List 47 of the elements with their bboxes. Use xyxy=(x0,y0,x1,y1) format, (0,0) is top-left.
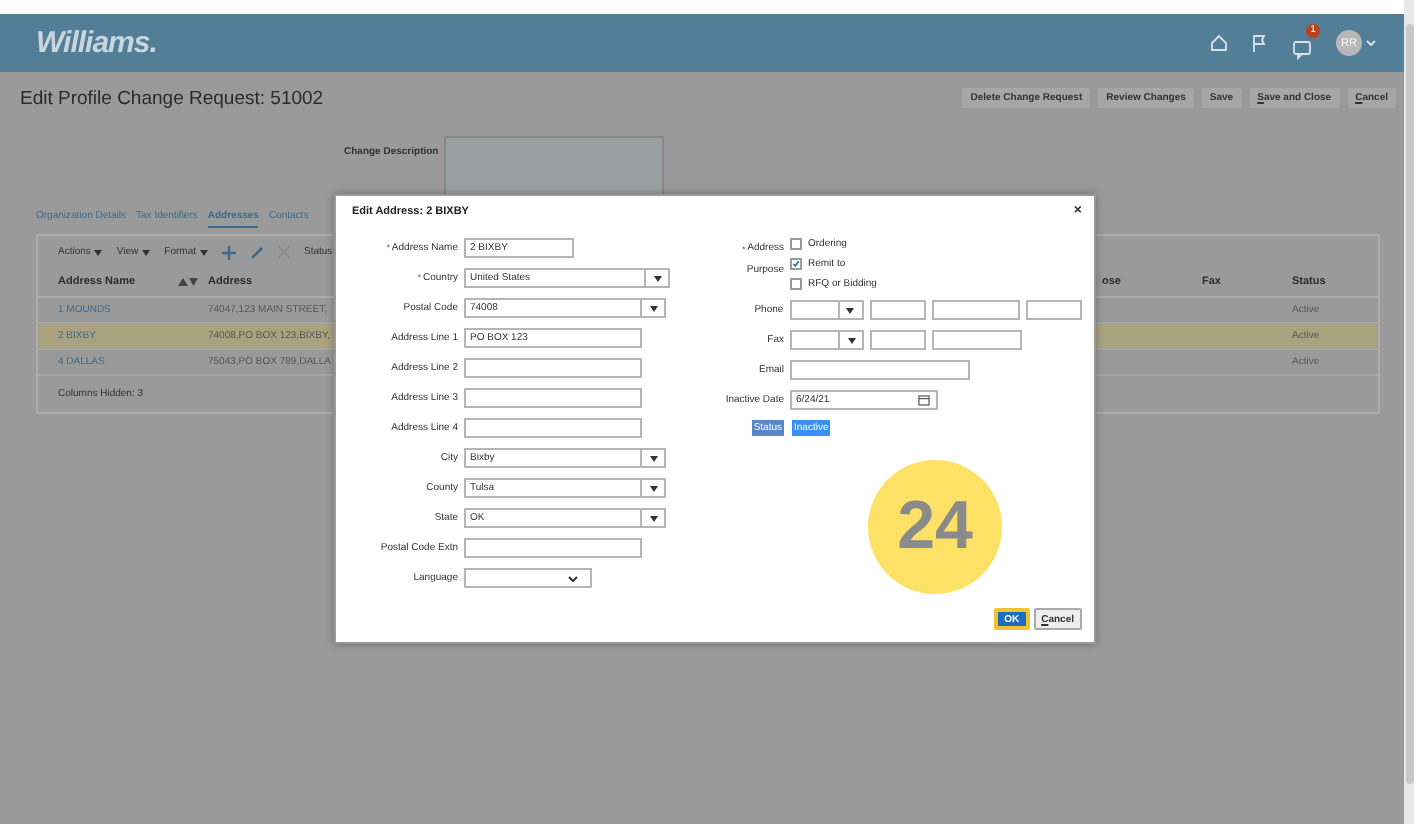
caret-icon xyxy=(649,485,657,491)
chevron-icon xyxy=(1366,40,1376,46)
select-field[interactable] xyxy=(789,300,840,320)
checkbox[interactable] xyxy=(790,238,802,250)
checkbox[interactable] xyxy=(790,278,802,290)
dropdown-button[interactable] xyxy=(642,298,666,318)
caret-icon xyxy=(94,249,103,255)
check-icon xyxy=(792,258,800,270)
home-icon[interactable] xyxy=(1210,34,1228,52)
caret-icon xyxy=(649,305,657,311)
caret-icon xyxy=(846,307,855,313)
text-field[interactable] xyxy=(464,388,642,408)
text-field[interactable] xyxy=(464,538,642,558)
dropdown-button[interactable] xyxy=(646,268,670,288)
scrollbar-thumb[interactable] xyxy=(1405,24,1413,784)
text-field[interactable] xyxy=(931,300,1021,320)
caret-icon xyxy=(847,337,855,343)
text-field[interactable] xyxy=(790,360,970,380)
dropdown-button[interactable] xyxy=(839,300,864,320)
checkbox[interactable] xyxy=(790,258,802,270)
text-field[interactable] xyxy=(870,330,926,350)
chevron-icon xyxy=(568,575,578,581)
text-field[interactable] xyxy=(869,300,925,320)
text-field[interactable] xyxy=(1026,300,1082,320)
text-field[interactable] xyxy=(464,418,642,438)
dropdown-button[interactable] xyxy=(642,508,666,528)
add-icon[interactable] xyxy=(222,245,236,259)
caret-icon xyxy=(653,275,661,281)
select-field[interactable] xyxy=(464,568,592,588)
dropdown-button[interactable] xyxy=(840,330,864,350)
caret-icon xyxy=(142,249,151,255)
sort-icon[interactable] xyxy=(178,278,198,286)
dropdown-button[interactable] xyxy=(642,478,666,498)
select-field[interactable] xyxy=(790,330,840,350)
text-field[interactable] xyxy=(932,330,1022,350)
caret-icon xyxy=(649,455,657,461)
caret-icon xyxy=(649,515,657,521)
flag-icon[interactable] xyxy=(1252,34,1268,52)
logo: Williams. xyxy=(36,26,157,60)
pencil-icon[interactable] xyxy=(250,245,264,259)
calendar-icon xyxy=(918,394,930,406)
page-title: Edit Profile Change Request: 51002 xyxy=(20,87,324,109)
dropdown-button[interactable] xyxy=(642,448,666,468)
text-field[interactable] xyxy=(464,358,642,378)
caret-icon xyxy=(200,249,208,255)
notifications-icon[interactable] xyxy=(1292,39,1312,59)
description-field[interactable] xyxy=(444,136,665,200)
